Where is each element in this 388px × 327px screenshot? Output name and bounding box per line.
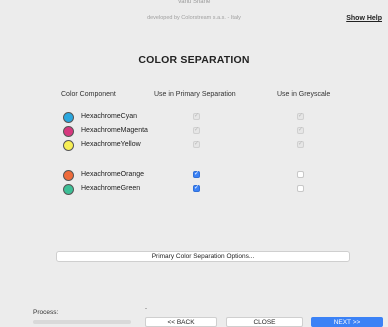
page-title: COLOR SEPARATION (138, 54, 250, 66)
window-title-fragment: Vanu Shane (177, 0, 211, 4)
cyan-swatch-icon (63, 112, 74, 123)
component-name: HexachromeCyan (81, 113, 138, 120)
column-header-primary: Use in Primary Separation (154, 91, 236, 98)
process-progress-bar (33, 320, 131, 324)
primary-checkbox-magenta: ✓ (193, 127, 200, 134)
primary-checkbox-yellow: ✓ (193, 141, 200, 148)
component-row-magenta: HexachromeMagenta ✓ ✓ (0, 126, 388, 138)
component-row-green: HexachromeGreen ✓ (0, 184, 388, 196)
component-name: HexachromeGreen (81, 185, 141, 192)
magenta-swatch-icon (63, 126, 74, 137)
orange-swatch-icon (63, 170, 74, 181)
component-row-orange: HexachromeOrange ✓ (0, 170, 388, 182)
yellow-swatch-icon (63, 140, 74, 151)
primary-checkbox-cyan: ✓ (193, 113, 200, 120)
component-name: HexachromeMagenta (81, 127, 148, 134)
greyscale-checkbox-cyan: ✓ (297, 113, 304, 120)
component-name: HexachromeOrange (81, 171, 145, 178)
show-help-link[interactable]: Show Help (346, 15, 382, 22)
greyscale-checkbox-yellow: ✓ (297, 141, 304, 148)
greyscale-checkbox-green[interactable] (297, 185, 304, 192)
process-label: Process: (33, 309, 59, 316)
component-row-cyan: HexachromeCyan ✓ ✓ (0, 112, 388, 124)
process-value: - (145, 306, 147, 312)
component-row-yellow: HexachromeYellow ✓ ✓ (0, 140, 388, 152)
greyscale-checkbox-magenta: ✓ (297, 127, 304, 134)
developer-credit: developed by Colorstream s.a.s. - Italy (147, 15, 241, 21)
column-header-greyscale: Use in Greyscale (277, 91, 331, 98)
greyscale-checkbox-orange[interactable] (297, 171, 304, 178)
primary-separation-options-button[interactable]: Primary Color Separation Options... (56, 251, 350, 262)
green-swatch-icon (63, 184, 74, 195)
primary-checkbox-orange[interactable]: ✓ (193, 171, 200, 178)
primary-checkbox-green[interactable]: ✓ (193, 185, 200, 192)
column-header-component: Color Component (61, 91, 116, 98)
component-name: HexachromeYellow (81, 141, 141, 148)
